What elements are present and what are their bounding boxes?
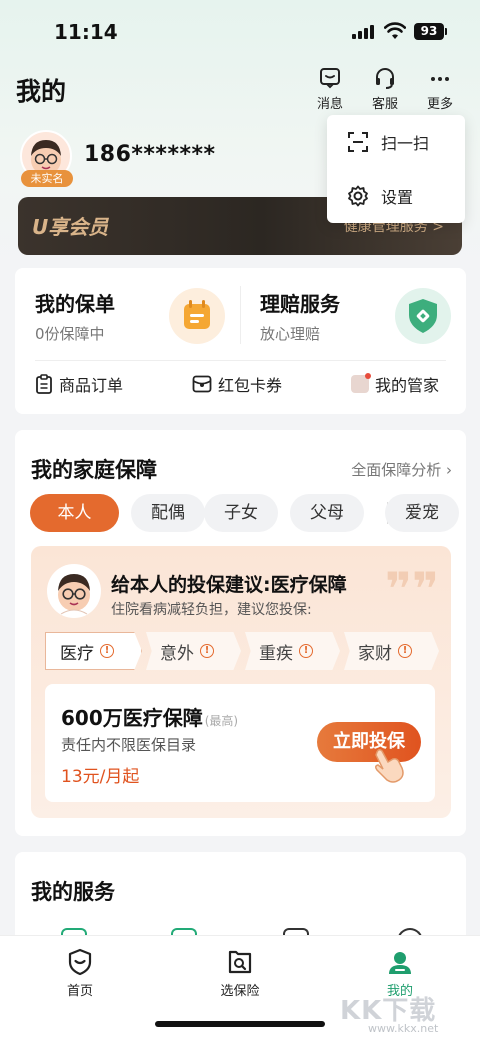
tab-choose-insurance[interactable]: 选保险 [200, 948, 280, 999]
full-analysis-label: 全面保障分析 [351, 461, 442, 479]
tab-label: 选保险 [220, 984, 260, 999]
category-tab-accident[interactable]: 意外! [146, 632, 241, 670]
category-label: 家财 [358, 643, 392, 664]
battery-indicator: 93 [414, 23, 444, 40]
menu-item-label: 扫一扫 [381, 134, 430, 153]
vip-logo: U享会员 [32, 215, 109, 239]
my-policies-title: 我的保单 [35, 292, 115, 316]
divider [240, 286, 241, 344]
search-insurance-icon [228, 950, 252, 974]
claims-title: 理赔服务 [260, 292, 340, 316]
pointing-hand-icon [374, 748, 404, 783]
wifi-icon [384, 22, 406, 39]
category-label: 意外 [160, 643, 194, 664]
butler-label: 我的管家 [375, 376, 440, 395]
member-tab-children[interactable]: 子女 [204, 494, 278, 532]
status-time: 11:14 [54, 20, 118, 44]
tab-home[interactable]: 首页 [40, 948, 120, 999]
coupons-entry[interactable]: 红包卡券 [192, 372, 282, 396]
coupons-label: 红包卡券 [218, 376, 283, 395]
warning-icon: ! [299, 644, 313, 658]
full-analysis-link[interactable]: 全面保障分析 › [351, 459, 452, 480]
battery-tip [445, 28, 447, 35]
user-phone: 186******* [84, 142, 216, 167]
butler-avatar [351, 373, 371, 393]
user-avatar[interactable]: 未实名 [20, 130, 74, 187]
status-bar: 11:14 93 [0, 0, 480, 62]
gear-icon [348, 185, 368, 207]
member-tab-self[interactable]: 本人 [30, 494, 119, 532]
profile-icon [389, 952, 411, 974]
chevron-right-icon: › [446, 461, 452, 479]
policy-calendar-icon [169, 288, 225, 344]
tab-label: 首页 [66, 984, 93, 999]
advice-panel: 给本人的投保建议:医疗保障 住院看病减轻负担，建议您投保: ❞❞ 医疗! 意外!… [31, 546, 451, 818]
menu-item-scan[interactable]: 扫一扫 [327, 115, 465, 169]
category-label: 医疗 [60, 643, 94, 664]
product-name-text: 600万医疗保障 [61, 706, 203, 730]
clipboard-icon [36, 374, 52, 394]
family-section-title: 我的家庭保障 [31, 458, 157, 482]
product-card[interactable]: 600万医疗保障 (最高) 责任内不限医保目录 13元/月起 立即投保 [45, 684, 435, 802]
cartoon-face-icon [58, 574, 90, 615]
coupon-icon [192, 375, 212, 393]
orders-entry[interactable]: 商品订单 [35, 372, 123, 396]
messages-button[interactable]: 消息 [308, 66, 352, 112]
watermark-url: www.kkx.net [368, 1022, 439, 1035]
my-policies-entry[interactable]: 我的保单 0份保障中 [35, 288, 115, 344]
category-tabs: 医疗! 意外! 重疾! 家财! [45, 632, 439, 670]
member-tab-parents[interactable]: 父母 [290, 494, 364, 532]
category-tab-property[interactable]: 家财! [344, 632, 439, 670]
more-button[interactable]: 更多 [418, 66, 462, 112]
product-description: 责任内不限医保目录 [61, 736, 197, 754]
claims-entry[interactable]: 理赔服务 放心理赔 [260, 288, 340, 344]
scan-icon [348, 132, 368, 152]
customer-service-label: 客服 [371, 97, 398, 112]
messages-label: 消息 [316, 97, 343, 112]
headset-icon [376, 68, 394, 89]
product-name: 600万医疗保障 (最高) [61, 702, 238, 731]
menu-item-settings[interactable]: 设置 [327, 169, 465, 223]
advice-title: 给本人的投保建议:医疗保障 [111, 574, 347, 596]
family-protection-card: 我的家庭保障 全面保障分析 › 本人 配偶 子女 父母 爱宠 给本人的投保建议:… [15, 430, 466, 836]
warning-icon: ! [398, 644, 412, 658]
claims-sub: 放心理赔 [260, 325, 321, 343]
advice-subtitle: 住院看病减轻负担，建议您投保: [111, 602, 312, 618]
category-label: 重疾 [259, 643, 293, 664]
services-section-title: 我的服务 [31, 880, 115, 904]
more-dropdown-menu: 扫一扫 设置 [327, 115, 465, 223]
quick-entries-card: 我的保单 0份保障中 理赔服务 放心理赔 商品订单 红包卡券 我的管家 [15, 268, 466, 414]
warning-icon: ! [100, 644, 114, 658]
member-tab-spouse[interactable]: 配偶 [131, 494, 205, 532]
shield-icon [395, 288, 451, 344]
unverified-badge[interactable]: 未实名 [21, 170, 73, 187]
more-icon [431, 77, 449, 81]
orders-label: 商品订单 [59, 376, 124, 395]
butler-entry[interactable]: 我的管家 [351, 372, 439, 396]
quote-mark-icon: ❞❞ [385, 562, 439, 616]
home-indicator[interactable] [155, 1021, 325, 1027]
my-policies-sub: 0份保障中 [35, 325, 105, 343]
divider [35, 360, 446, 361]
page-title: 我的 [16, 77, 67, 106]
member-tab-pet[interactable]: 爱宠 [385, 494, 459, 532]
more-label: 更多 [426, 97, 453, 112]
category-tab-critical-illness[interactable]: 重疾! [245, 632, 340, 670]
product-tag: (最高) [204, 714, 239, 728]
product-price: 13元/月起 [61, 767, 140, 787]
category-tab-medical[interactable]: 医疗! [45, 632, 142, 670]
menu-item-label: 设置 [381, 188, 414, 207]
customer-service-button[interactable]: 客服 [363, 66, 407, 112]
signal-icon [352, 25, 376, 39]
warning-icon: ! [200, 644, 214, 658]
message-icon [320, 68, 340, 89]
advice-avatar [47, 564, 101, 618]
home-shield-icon [68, 948, 92, 976]
